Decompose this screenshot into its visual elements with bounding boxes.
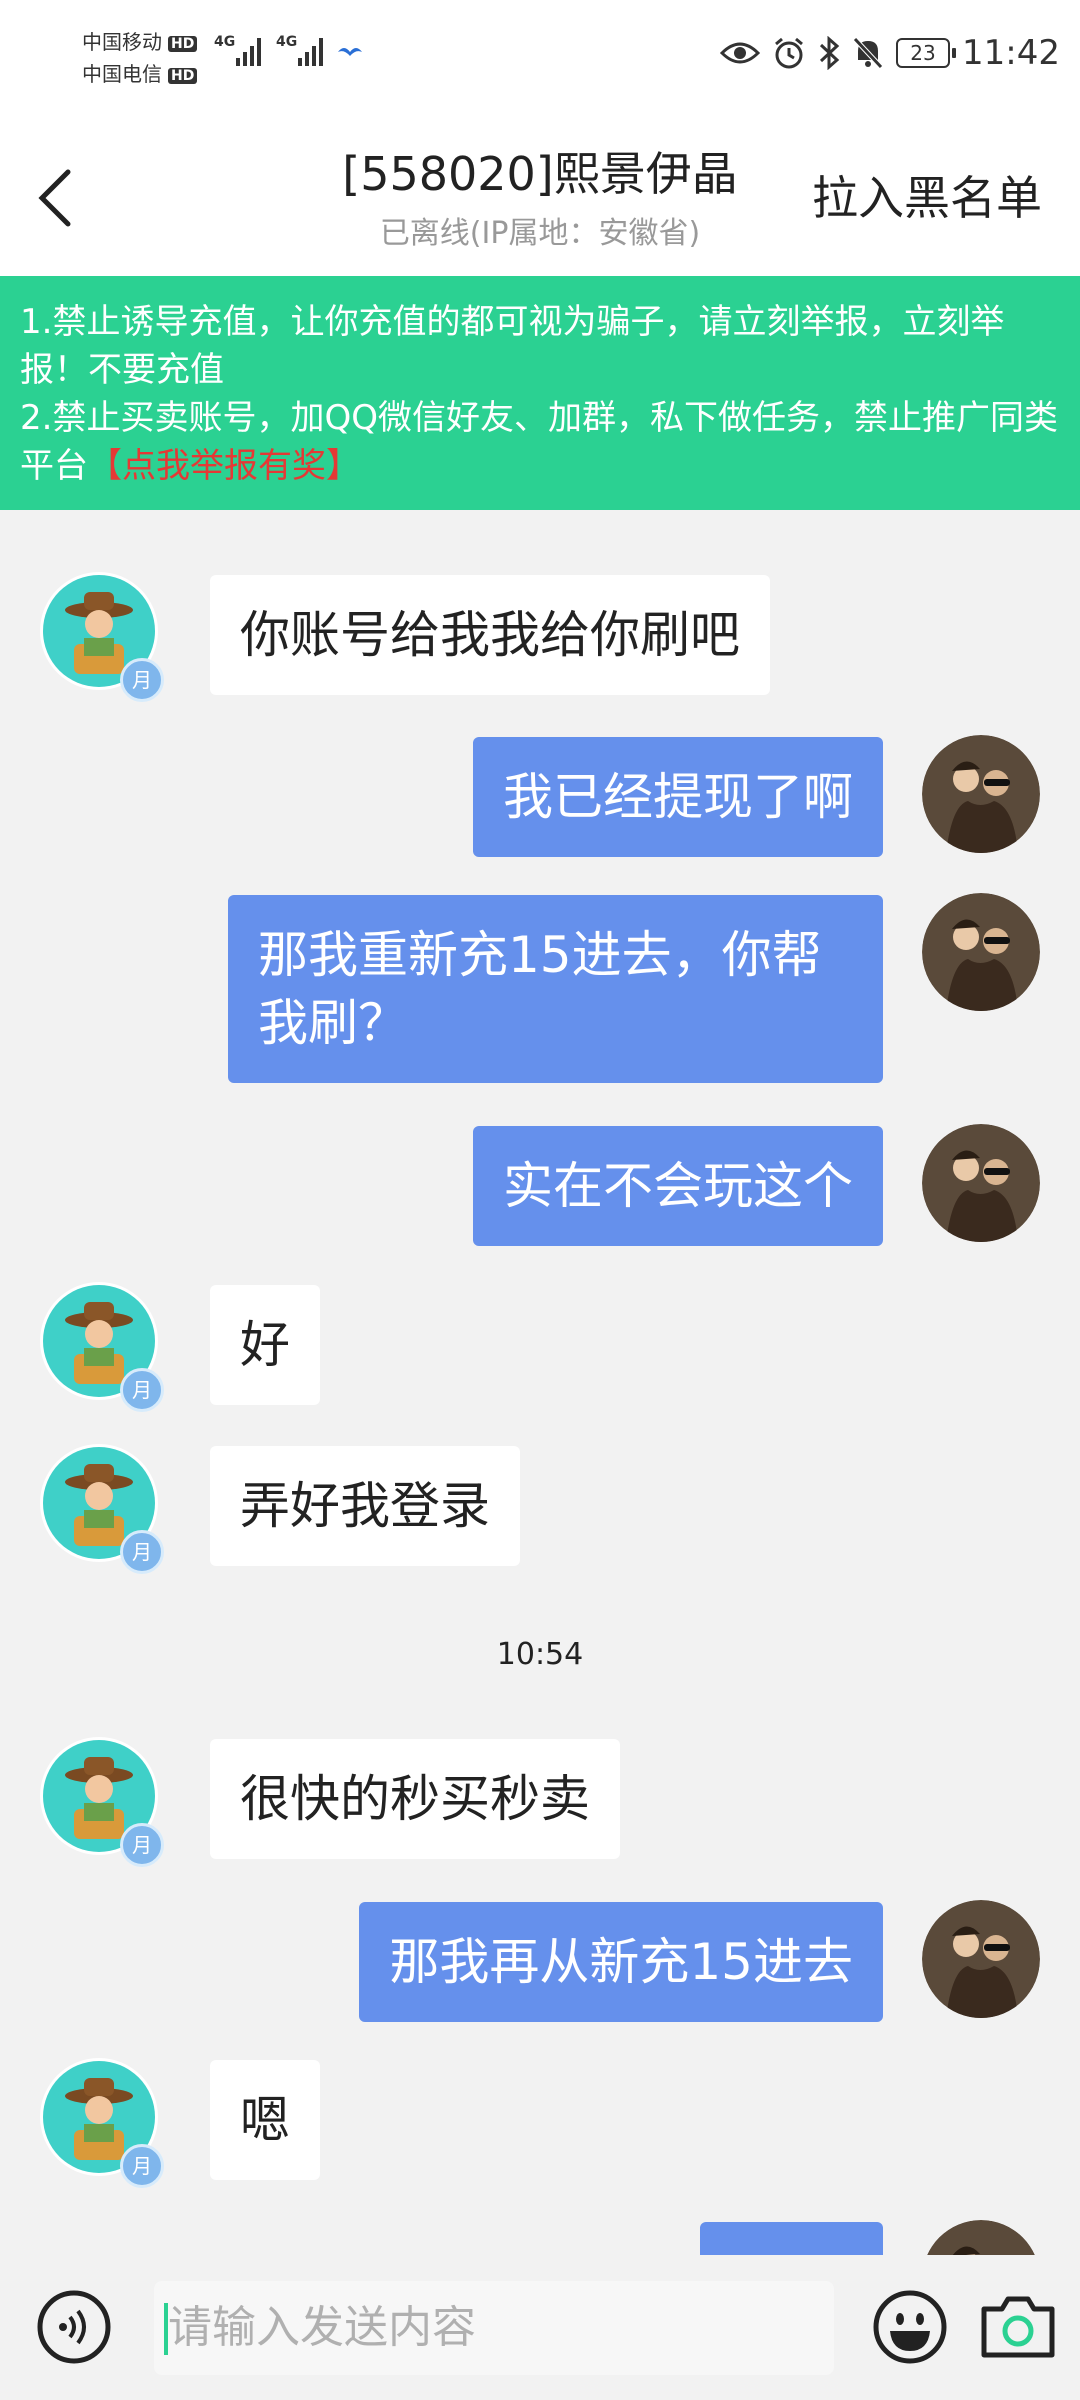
message-bubble[interactable] [700, 2222, 883, 2255]
message-bubble[interactable]: 你账号给我我给你刷吧 [210, 575, 770, 695]
chat-header: [558020]熙景伊晶 已离线(IP属地：安徽省) 拉入黑名单 [0, 108, 1080, 276]
carrier-1: 中国移动 HD [82, 26, 198, 55]
message-list[interactable]: 月 你账号给我我给你刷吧 我已经提现了啊 那我重新充15进去，你帮我刷？ 实在不… [0, 510, 1080, 2255]
chat-screen: 中国移动 HD 中国电信 HD 4G 4G 23 11:42 [558020]熙景伊… [0, 0, 1080, 2400]
level-badge: 月 [120, 1823, 164, 1867]
alarm-icon [775, 37, 803, 69]
message-timestamp: 10:54 [496, 1637, 584, 1672]
network-type-1: 4G [214, 34, 236, 50]
message-bubble[interactable]: 嗯 [210, 2060, 320, 2180]
camera-icon[interactable] [978, 2289, 1058, 2365]
avatar[interactable] [922, 1900, 1040, 2018]
eye-icon [720, 42, 761, 64]
message-bubble[interactable]: 好 [210, 1285, 320, 1405]
notice-line-2: 2.禁止买卖账号，加QQ微信好友、加群，私下做任务，禁止推广同类平台【点我举报有… [20, 398, 1058, 486]
warning-notice: 1.禁止诱导充值，让你充值的都可视为骗子，请立刻举报，立刻举报！不要充值 2.禁… [0, 276, 1080, 510]
level-badge: 月 [120, 658, 164, 702]
voice-icon[interactable] [36, 2289, 112, 2365]
message-bubble[interactable]: 那我再从新充15进去 [359, 1902, 883, 2022]
message-bubble[interactable]: 我已经提现了啊 [473, 737, 883, 857]
level-badge: 月 [120, 2144, 164, 2188]
level-badge: 月 [120, 1530, 164, 1574]
input-placeholder: 请输入发送内容 [168, 2302, 476, 2353]
emoji-icon[interactable] [872, 2289, 948, 2365]
message-bubble[interactable]: 弄好我登录 [210, 1446, 520, 1566]
avatar[interactable] [922, 1124, 1040, 1242]
report-link[interactable]: 【点我举报有奖】 [88, 446, 360, 486]
status-bar: 中国移动 HD 中国电信 HD 4G 4G 23 11:42 [0, 0, 1080, 108]
avatar[interactable] [922, 735, 1040, 853]
message-bubble[interactable]: 很快的秒买秒卖 [210, 1739, 620, 1859]
message-input[interactable]: 请输入发送内容 [154, 2281, 834, 2375]
status-icons: 23 11:42 [720, 28, 1060, 78]
mute-icon [853, 37, 883, 69]
notice-line-1: 1.禁止诱导充值，让你充值的都可视为骗子，请立刻举报，立刻举报！不要充值 [20, 302, 1005, 390]
message-bubble[interactable]: 实在不会玩这个 [473, 1126, 883, 1246]
avatar[interactable] [922, 2220, 1040, 2255]
message-item: 月 你账号给我我给你刷吧 [0, 510, 1080, 702]
avatar[interactable] [922, 893, 1040, 1011]
blacklist-button[interactable]: 拉入黑名单 [812, 162, 1042, 228]
input-bar: 请输入发送内容 [0, 2255, 1080, 2400]
signal-icon [298, 34, 323, 66]
level-badge: 月 [120, 1368, 164, 1412]
carrier-2: 中国电信 HD [82, 58, 198, 87]
text-cursor [164, 2303, 168, 2355]
battery-indicator: 23 [896, 38, 957, 68]
message-bubble[interactable]: 那我重新充15进去，你帮我刷？ [228, 895, 883, 1083]
network-type-2: 4G [276, 34, 298, 50]
bird-icon [338, 48, 362, 56]
clock: 11:42 [962, 33, 1060, 73]
signal-icon [236, 34, 261, 66]
bluetooth-icon [819, 36, 840, 70]
